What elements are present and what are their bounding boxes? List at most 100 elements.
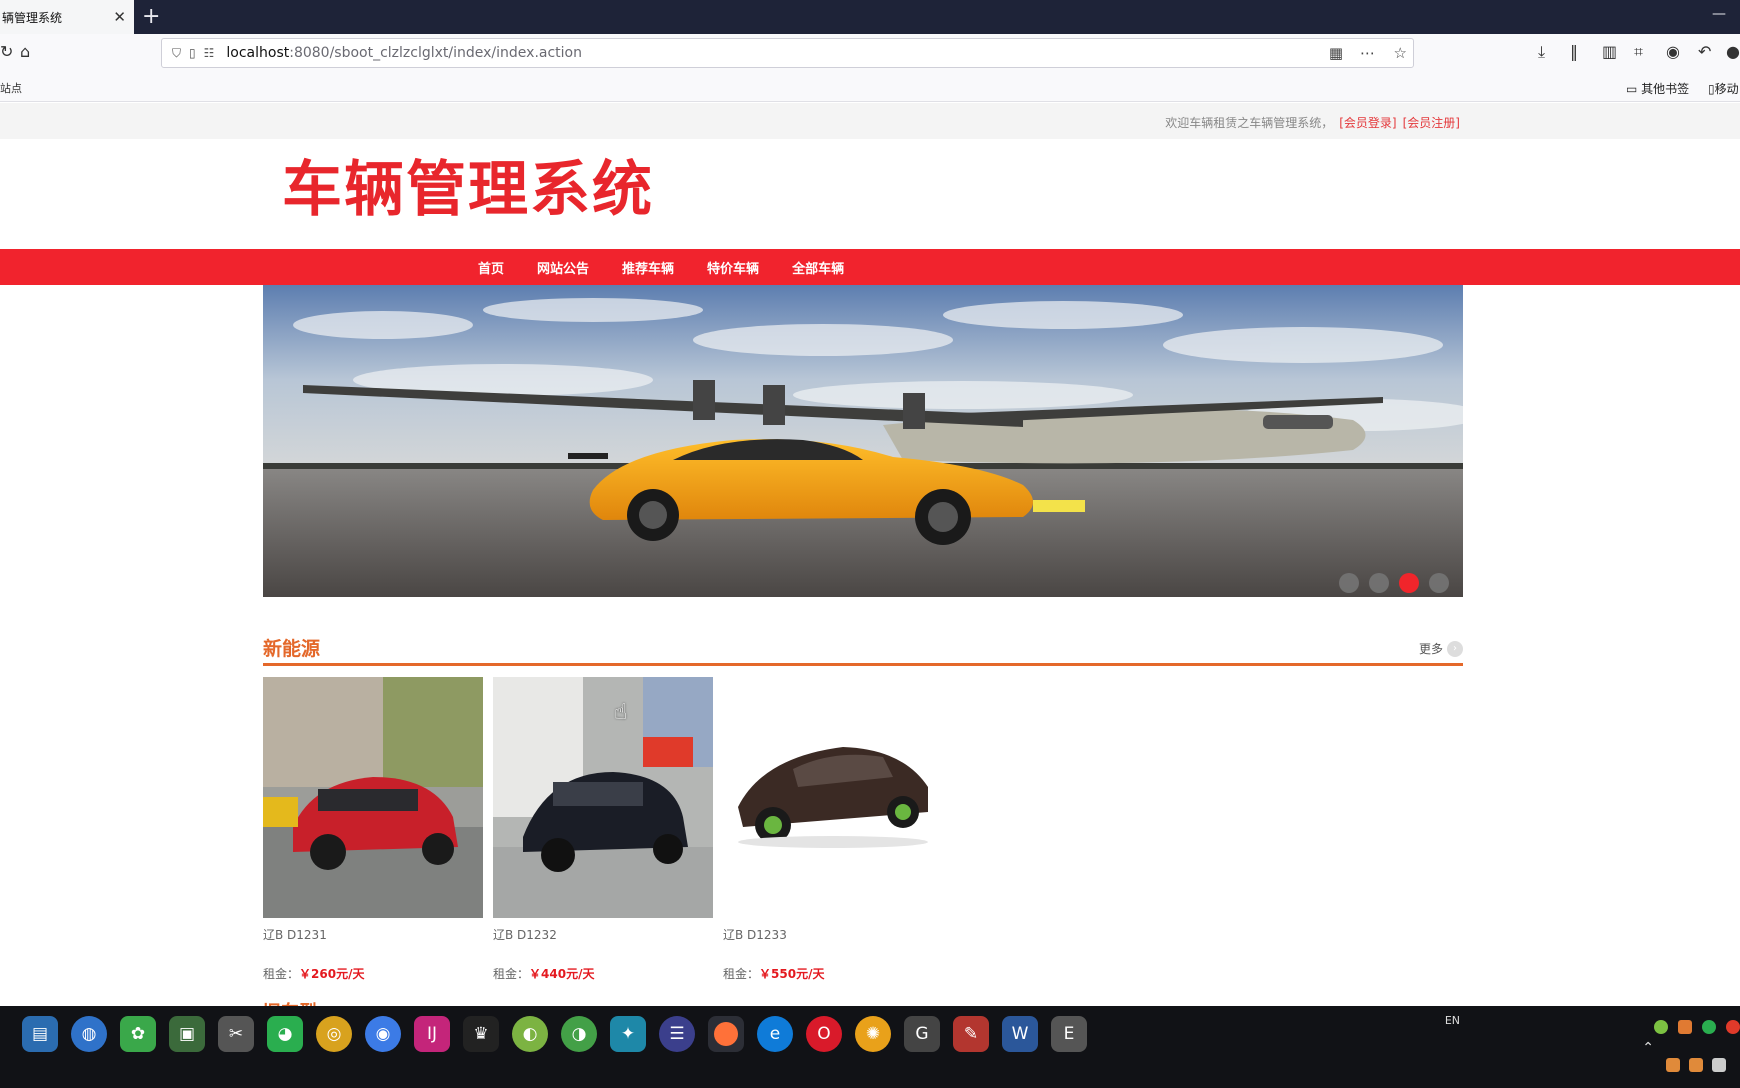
browser-toolbar: ↻ ⌂ ⛉ ▯ ☷ localhost:8080/sboot_clzlzclgl…: [0, 34, 1740, 72]
more-link[interactable]: 更多 ›: [1419, 640, 1463, 657]
url-text[interactable]: localhost:8080/sboot_clzlzclglxt/index/i…: [226, 45, 582, 61]
browser-tab-bar: 辆管理系统 ✕ + —: [0, 0, 1740, 34]
shield-icon[interactable]: ⛉: [172, 46, 181, 61]
carousel-dot-2[interactable]: [1369, 573, 1389, 593]
bookmark-star-icon[interactable]: ☆: [1394, 44, 1407, 62]
new-tab-button[interactable]: +: [142, 4, 160, 30]
os-taskbar: ▤ ◍ ✿ ▣ ✂ ◕ ◎ ◉ IJ ♛ ◐ ◑ ✦ ☰ e O ✺ G ✎ W…: [0, 1006, 1740, 1088]
car-price: 租金：￥440元/天: [493, 967, 595, 981]
car-card[interactable]: 辽B D1233 租金：￥550元/天: [723, 677, 943, 982]
library-icon[interactable]: ‖: [1570, 42, 1578, 62]
tools-app-icon[interactable]: ✂: [218, 1016, 254, 1052]
chat-icon[interactable]: ◉: [1666, 42, 1680, 62]
member-register-link[interactable]: [会员注册]: [1403, 116, 1460, 130]
carousel-dots: [1329, 573, 1449, 593]
tray-alert-icon[interactable]: [1726, 1020, 1740, 1034]
nav-announcements[interactable]: 网站公告: [537, 258, 589, 277]
tray-wechat-icon[interactable]: [1702, 1020, 1716, 1034]
wechat-icon[interactable]: ◕: [267, 1016, 303, 1052]
word-icon[interactable]: W: [1002, 1016, 1038, 1052]
tab-title: 辆管理系统: [2, 10, 63, 25]
opera-icon[interactable]: O: [806, 1016, 842, 1052]
car-image[interactable]: [263, 677, 483, 918]
car-image[interactable]: [723, 677, 943, 918]
next-section-title: 旧车型: [263, 998, 317, 1006]
tray-plus-icon[interactable]: [1654, 1020, 1668, 1034]
tray-user-icon[interactable]: [1666, 1058, 1680, 1072]
tray-app-icon[interactable]: [1678, 1020, 1692, 1034]
close-tab-icon[interactable]: ✕: [113, 8, 126, 26]
permissions-icon[interactable]: ☷: [204, 46, 215, 60]
car-card[interactable]: 辽B D1231 租金：￥260元/天: [263, 677, 483, 982]
editor-app-icon[interactable]: E: [1051, 1016, 1087, 1052]
section-title: 新能源: [263, 638, 321, 660]
eclipse-icon[interactable]: ☰: [659, 1016, 695, 1052]
site-logo[interactable]: 车辆管理系统: [282, 157, 654, 223]
g-app-icon[interactable]: G: [904, 1016, 940, 1052]
intellij-icon[interactable]: IJ: [414, 1016, 450, 1052]
color-app-icon[interactable]: ✺: [855, 1016, 891, 1052]
logo-area: 车辆管理系统: [0, 139, 1740, 249]
nav-all-cars[interactable]: 全部车辆: [792, 258, 844, 277]
drawing-app-icon[interactable]: ✎: [953, 1016, 989, 1052]
bookmarks-bar: 站点 ▭ 其他书签 ▯移动: [0, 72, 1740, 102]
main-nav: 首页 网站公告 推荐车辆 特价车辆 全部车辆: [0, 249, 1740, 285]
section-header: 新能源 更多 ›: [263, 630, 1463, 666]
screenshot-icon[interactable]: ⌗: [1634, 42, 1643, 62]
nav-recommended-cars[interactable]: 推荐车辆: [622, 258, 674, 277]
browser-tab[interactable]: 辆管理系统 ✕: [0, 0, 134, 34]
top-info-bar: 欢迎车辆租赁之车辆管理系统， [会员登录] [会员注册]: [0, 103, 1740, 139]
car-price: 租金：￥260元/天: [263, 967, 365, 981]
banner-image: [263, 285, 1463, 597]
eclipse-green-icon[interactable]: ◑: [561, 1016, 597, 1052]
car-image[interactable]: [493, 677, 713, 918]
home-icon[interactable]: ⌂: [20, 42, 30, 62]
minimize-window-icon[interactable]: —: [1712, 6, 1726, 22]
welcome-message: 欢迎车辆租赁之车辆管理系统， [会员登录] [会员注册]: [1165, 116, 1460, 130]
folder-icon: ▭: [1626, 82, 1642, 96]
leaf-app-icon[interactable]: ✿: [120, 1016, 156, 1052]
banner-carousel[interactable]: [263, 285, 1463, 597]
car-plate[interactable]: 辽B D1231: [263, 926, 483, 943]
browser-app-icon[interactable]: ◉: [365, 1016, 401, 1052]
chrome-icon[interactable]: ◎: [316, 1016, 352, 1052]
url-bar[interactable]: ⛉ ▯ ☷ localhost:8080/sboot_clzlzclglxt/i…: [161, 38, 1414, 68]
download-icon[interactable]: ⤓: [1538, 42, 1545, 62]
qr-code-icon[interactable]: ▦: [1329, 44, 1343, 62]
car-list: 辽B D1231 租金：￥260元/天 辽B D1232 租金：￥440元/天: [263, 677, 1463, 987]
chevron-up-icon[interactable]: ⌃: [1642, 1040, 1654, 1056]
member-login-link[interactable]: [会员登录]: [1339, 116, 1396, 130]
reload-icon[interactable]: ↻: [0, 42, 13, 62]
green-app-icon[interactable]: ◐: [512, 1016, 548, 1052]
undo-icon[interactable]: ↶: [1698, 42, 1711, 62]
page-icon: ▯: [189, 46, 196, 60]
edge-icon[interactable]: e: [757, 1016, 793, 1052]
package-app-icon[interactable]: ▣: [169, 1016, 205, 1052]
carousel-dot-4[interactable]: [1429, 573, 1449, 593]
more-actions-icon[interactable]: ⋯: [1360, 44, 1375, 62]
car-card[interactable]: 辽B D1232 租金：￥440元/天: [493, 677, 713, 982]
car-plate[interactable]: 辽B D1232: [493, 926, 713, 943]
mobile-icon: ▯: [1708, 82, 1715, 96]
carousel-dot-1[interactable]: [1339, 573, 1359, 593]
nav-home[interactable]: 首页: [478, 258, 504, 277]
car-plate[interactable]: 辽B D1233: [723, 926, 943, 943]
bookmark-sites[interactable]: 站点: [0, 80, 22, 96]
file-explorer-icon[interactable]: ▤: [22, 1016, 58, 1052]
bookmark-mobile[interactable]: ▯移动: [1708, 80, 1739, 97]
sidebar-icon[interactable]: ▥: [1602, 42, 1617, 62]
carousel-dot-3[interactable]: [1399, 573, 1419, 593]
tray-user2-icon[interactable]: [1689, 1058, 1703, 1072]
nav-special-cars[interactable]: 特价车辆: [707, 258, 759, 277]
language-indicator[interactable]: EN: [1445, 1014, 1460, 1027]
qq-icon[interactable]: ♛: [463, 1016, 499, 1052]
firefox-icon[interactable]: [708, 1016, 744, 1052]
extension-icon[interactable]: ●: [1726, 42, 1740, 62]
mouse-cursor-icon: ☝: [614, 700, 628, 725]
car-price: 租金：￥550元/天: [723, 967, 825, 981]
volume-icon[interactable]: [1712, 1058, 1726, 1072]
chevron-right-icon: ›: [1447, 640, 1463, 657]
globe-icon[interactable]: ◍: [71, 1016, 107, 1052]
bird-app-icon[interactable]: ✦: [610, 1016, 646, 1052]
bookmark-other[interactable]: ▭ 其他书签: [1626, 80, 1689, 97]
